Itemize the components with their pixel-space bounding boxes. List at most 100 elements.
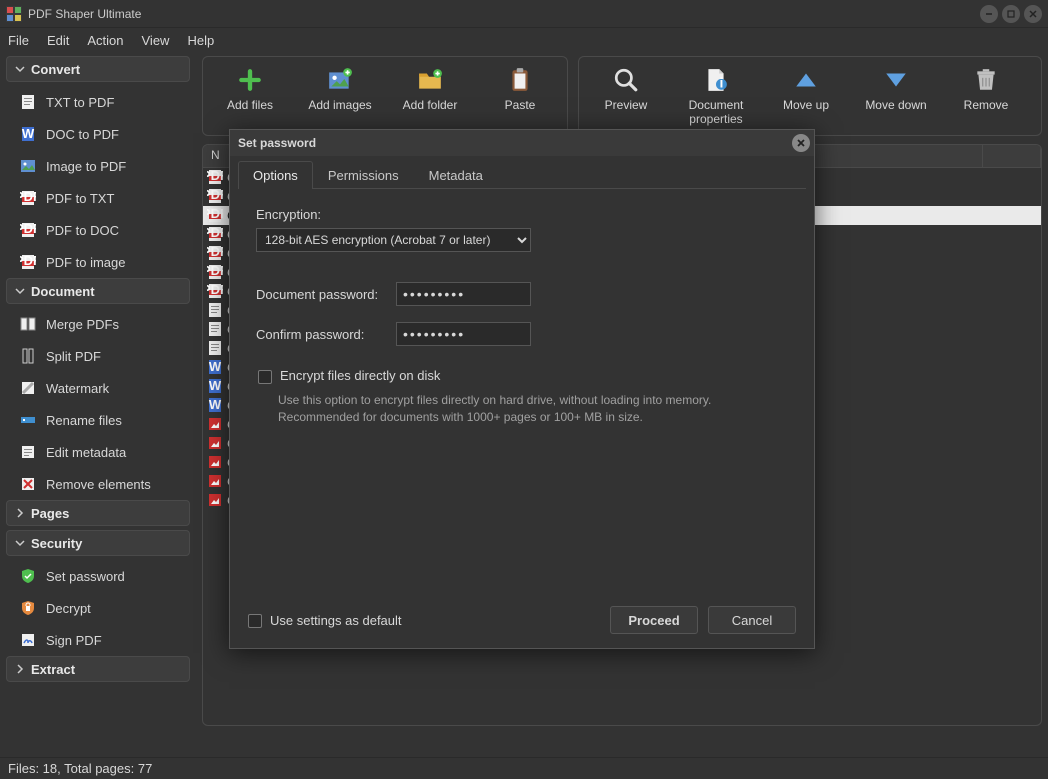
sidebar-item-watermark[interactable]: Watermark <box>6 372 190 404</box>
toolbar-actions: Preview i Document properties Move up Mo… <box>578 56 1042 136</box>
svg-text:PDF: PDF <box>207 245 223 259</box>
close-button[interactable] <box>1024 5 1042 23</box>
doc-password-label: Document password: <box>256 287 396 302</box>
column-extra[interactable] <box>983 145 1041 167</box>
sidebar-group-extract[interactable]: Extract <box>6 656 190 682</box>
clipboard-icon <box>507 67 533 93</box>
remove-button[interactable]: Remove <box>947 63 1025 131</box>
file-type-icon <box>207 454 223 470</box>
svg-text:PDF: PDF <box>207 264 223 278</box>
svg-text:W: W <box>209 378 222 393</box>
sidebar-group-document[interactable]: Document <box>6 278 190 304</box>
sidebar-item-txt-to-pdf[interactable]: TXT to PDF <box>6 86 190 118</box>
file-type-icon <box>207 321 223 337</box>
triangle-down-icon <box>883 67 909 93</box>
title-bar: PDF Shaper Ultimate <box>0 0 1048 28</box>
sidebar-item-image-to-pdf[interactable]: Image to PDF <box>6 150 190 182</box>
status-text: Files: 18, Total pages: 77 <box>8 761 152 776</box>
encrypt-direct-label: Encrypt files directly on disk <box>280 368 440 383</box>
pdf-icon: PDF <box>20 254 36 270</box>
svg-text:PDF: PDF <box>20 190 36 204</box>
magnifier-icon <box>613 67 639 93</box>
svg-text:W: W <box>209 359 222 374</box>
txt-icon <box>20 94 36 110</box>
proceed-button[interactable]: Proceed <box>610 606 698 634</box>
sidebar-item-set-password[interactable]: Set password <box>6 560 190 592</box>
svg-text:i: i <box>719 75 723 91</box>
menu-bar: File Edit Action View Help <box>0 28 1048 52</box>
sidebar-item-rename-files[interactable]: Rename files <box>6 404 190 436</box>
dialog-close-button[interactable] <box>792 134 810 152</box>
sidebar-group-security[interactable]: Security <box>6 530 190 556</box>
file-type-icon <box>207 435 223 451</box>
sidebar-item-edit-metadata[interactable]: Edit metadata <box>6 436 190 468</box>
document-info-icon: i <box>703 67 729 93</box>
file-type-icon: W <box>207 397 223 413</box>
doc-icon: W <box>20 126 36 142</box>
sidebar-item-sign-pdf[interactable]: Sign PDF <box>6 624 190 656</box>
plus-icon <box>237 67 263 93</box>
encrypt-direct-hint: Use this option to encrypt files directl… <box>278 392 788 427</box>
file-type-icon <box>207 340 223 356</box>
file-type-icon: PDF <box>207 264 223 280</box>
confirm-password-input[interactable] <box>396 322 531 346</box>
sidebar-item-merge-pdfs[interactable]: Merge PDFs <box>6 308 190 340</box>
sidebar-item-doc-to-pdf[interactable]: WDOC to PDF <box>6 118 190 150</box>
sidebar-item-split-pdf[interactable]: Split PDF <box>6 340 190 372</box>
svg-text:W: W <box>209 397 222 412</box>
menu-edit[interactable]: Edit <box>47 33 69 48</box>
sidebar-item-pdf-to-doc[interactable]: PDFPDF to DOC <box>6 214 190 246</box>
use-default-checkbox[interactable] <box>248 614 262 628</box>
confirm-password-label: Confirm password: <box>256 327 396 342</box>
maximize-button[interactable] <box>1002 5 1020 23</box>
file-type-icon: W <box>207 359 223 375</box>
sidebar-group-pages[interactable]: Pages <box>6 500 190 526</box>
add-images-button[interactable]: Add images <box>301 63 379 131</box>
svg-text:PDF: PDF <box>207 188 223 202</box>
set-password-dialog: Set password Options Permissions Metadat… <box>229 129 815 649</box>
add-files-button[interactable]: Add files <box>211 63 289 131</box>
file-type-icon: W <box>207 378 223 394</box>
encrypt-direct-checkbox[interactable] <box>258 370 272 384</box>
menu-file[interactable]: File <box>8 33 29 48</box>
file-type-icon: PDF <box>207 226 223 242</box>
merge-icon <box>20 316 36 332</box>
doc-password-input[interactable] <box>396 282 531 306</box>
dialog-tabs: Options Permissions Metadata <box>238 160 806 189</box>
move-up-button[interactable]: Move up <box>767 63 845 131</box>
svg-text:W: W <box>22 126 35 141</box>
tab-options[interactable]: Options <box>238 161 313 189</box>
file-type-icon <box>207 416 223 432</box>
sidebar-group-convert[interactable]: Convert <box>6 56 190 82</box>
paste-button[interactable]: Paste <box>481 63 559 131</box>
remove-icon <box>20 476 36 492</box>
toolbar-add: Add files Add images Add folder Paste <box>202 56 568 136</box>
app-title: PDF Shaper Ultimate <box>28 7 980 21</box>
preview-button[interactable]: Preview <box>587 63 665 131</box>
sidebar-item-pdf-to-txt[interactable]: PDFPDF to TXT <box>6 182 190 214</box>
trash-icon <box>973 67 999 93</box>
rename-icon <box>20 412 36 428</box>
file-type-icon: PDF <box>207 188 223 204</box>
move-down-button[interactable]: Move down <box>857 63 935 131</box>
svg-text:PDF: PDF <box>207 283 223 297</box>
menu-help[interactable]: Help <box>187 33 214 48</box>
doc-properties-button[interactable]: i Document properties <box>677 63 755 131</box>
cancel-button[interactable]: Cancel <box>708 606 796 634</box>
shield-green-icon <box>20 568 36 584</box>
sidebar-item-pdf-to-image[interactable]: PDFPDF to image <box>6 246 190 278</box>
tab-permissions[interactable]: Permissions <box>313 161 414 189</box>
minimize-button[interactable] <box>980 5 998 23</box>
status-bar: Files: 18, Total pages: 77 <box>0 757 1048 779</box>
folder-plus-icon <box>417 67 443 93</box>
add-folder-button[interactable]: Add folder <box>391 63 469 131</box>
encryption-select[interactable]: 128-bit AES encryption (Acrobat 7 or lat… <box>256 228 531 252</box>
sidebar-item-decrypt[interactable]: Decrypt <box>6 592 190 624</box>
file-type-icon: PDF <box>207 245 223 261</box>
file-type-icon <box>207 492 223 508</box>
menu-action[interactable]: Action <box>87 33 123 48</box>
use-default-label: Use settings as default <box>270 613 402 628</box>
menu-view[interactable]: View <box>142 33 170 48</box>
tab-metadata[interactable]: Metadata <box>414 161 498 189</box>
sidebar-item-remove-elements[interactable]: Remove elements <box>6 468 190 500</box>
